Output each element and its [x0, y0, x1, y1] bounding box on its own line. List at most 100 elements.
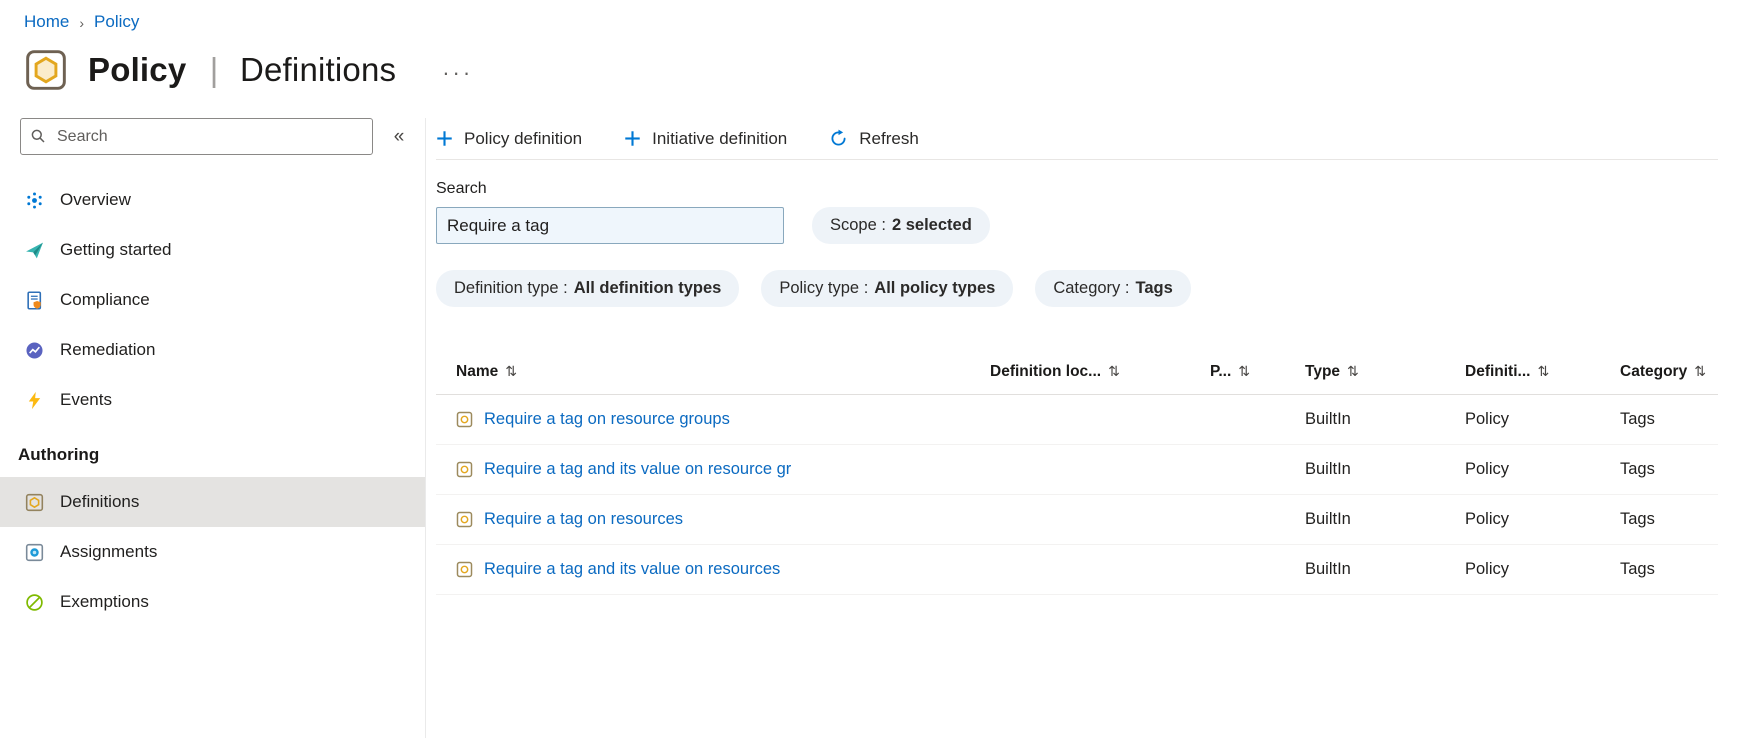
- definitions-search: [436, 207, 784, 244]
- cell-type: BuiltIn: [1305, 560, 1351, 578]
- page-header: Policy | Definitions ···: [0, 32, 1742, 92]
- definition-link[interactable]: Require a tag and its value on resource …: [484, 460, 791, 479]
- column-header-name[interactable]: Name ⇅: [436, 363, 970, 381]
- pill-name: Definition type :: [454, 279, 568, 297]
- policy-definition-icon: [456, 511, 473, 528]
- column-label: P...: [1210, 362, 1232, 380]
- sidebar: « Overview: [0, 118, 426, 738]
- plus-icon: [624, 130, 641, 147]
- sidebar-search-input[interactable]: [20, 118, 373, 155]
- pill-value: All definition types: [573, 279, 722, 297]
- sidebar-item-exemptions[interactable]: Exemptions: [0, 577, 425, 627]
- more-button[interactable]: ···: [442, 56, 473, 84]
- definition-link[interactable]: Require a tag on resources: [484, 510, 683, 529]
- refresh-button[interactable]: Refresh: [829, 129, 919, 149]
- command-label: Refresh: [859, 128, 919, 148]
- pill-value: All policy types: [874, 279, 996, 297]
- exemptions-icon: [24, 592, 44, 612]
- policy-type-filter-pill[interactable]: Policy type : All policy types: [761, 270, 1014, 307]
- policy-definition-icon: [456, 411, 473, 428]
- sidebar-item-label: Exemptions: [60, 592, 149, 611]
- sidebar-item-label: Remediation: [60, 340, 156, 359]
- cell-name: Require a tag and its value on resources: [436, 560, 970, 579]
- column-header-p[interactable]: P... ⇅: [1190, 363, 1285, 381]
- category-filter-pill[interactable]: Category : Tags: [1035, 270, 1191, 307]
- sidebar-item-events[interactable]: Events: [0, 375, 425, 425]
- definition-type-filter-pill[interactable]: Definition type : All definition types: [436, 270, 740, 307]
- definition-link[interactable]: Require a tag and its value on resources: [484, 560, 780, 579]
- cell-category: Tags: [1620, 510, 1655, 528]
- getting-started-icon: [24, 240, 44, 260]
- sidebar-item-definitions[interactable]: Definitions: [0, 477, 425, 527]
- sidebar-search-row: «: [0, 118, 425, 155]
- assignments-icon: [24, 542, 44, 562]
- search-icon: [30, 128, 46, 144]
- cell-name: Require a tag and its value on resource …: [436, 460, 970, 479]
- main-panel: Policy definition Initiative definition: [426, 118, 1742, 738]
- command-label: Initiative definition: [652, 128, 788, 148]
- table-header-row: Name ⇅ Definition loc... ⇅ P... ⇅ Type ⇅…: [436, 349, 1718, 395]
- sort-icon: ⇅: [1238, 363, 1250, 380]
- cell-definition-type: Policy: [1465, 460, 1510, 478]
- column-label: Definition loc...: [990, 362, 1102, 380]
- chevron-right-icon: ›: [79, 15, 85, 31]
- sidebar-item-getting-started[interactable]: Getting started: [0, 225, 425, 275]
- remediation-icon: [24, 340, 44, 360]
- policy-icon: [24, 48, 68, 92]
- sort-icon: ⇅: [1347, 363, 1359, 380]
- sidebar-item-assignments[interactable]: Assignments: [0, 527, 425, 577]
- cell-category: Tags: [1620, 460, 1655, 478]
- definition-link[interactable]: Require a tag on resource groups: [484, 410, 730, 429]
- command-label: Policy definition: [464, 128, 583, 148]
- scope-filter-pill[interactable]: Scope : 2 selected: [812, 207, 990, 244]
- sidebar-item-label: Getting started: [60, 240, 172, 259]
- breadcrumb-link-home[interactable]: Home: [24, 12, 69, 32]
- cell-category: Tags: [1620, 560, 1655, 578]
- sidebar-item-label: Events: [60, 390, 112, 409]
- cell-type: BuiltIn: [1305, 510, 1351, 528]
- policy-definition-button[interactable]: Policy definition: [436, 129, 582, 149]
- table-row: Require a tag on resources BuiltIn Polic…: [436, 495, 1718, 545]
- pill-name: Policy type :: [779, 279, 869, 297]
- cell-name: Require a tag on resource groups: [436, 410, 970, 429]
- column-label: Definiti...: [1465, 362, 1531, 380]
- page-title-primary: Policy: [88, 51, 187, 88]
- column-label: Category: [1620, 362, 1688, 380]
- events-icon: [24, 390, 44, 410]
- initiative-definition-button[interactable]: Initiative definition: [624, 129, 787, 149]
- column-header-type[interactable]: Type ⇅: [1285, 363, 1445, 381]
- column-header-definition-type[interactable]: Definiti... ⇅: [1445, 363, 1600, 381]
- table-row: Require a tag and its value on resource …: [436, 445, 1718, 495]
- cell-name: Require a tag on resources: [436, 510, 970, 529]
- table-row: Require a tag on resource groups BuiltIn…: [436, 395, 1718, 445]
- definitions-search-input[interactable]: [436, 207, 784, 244]
- sidebar-item-remediation[interactable]: Remediation: [0, 325, 425, 375]
- sidebar-nav: Overview Getting started Compliance Reme…: [0, 175, 425, 425]
- search-label: Search: [436, 180, 487, 197]
- column-header-definition-location[interactable]: Definition loc... ⇅: [970, 363, 1190, 381]
- cell-type: BuiltIn: [1305, 460, 1351, 478]
- table-row: Require a tag and its value on resources…: [436, 545, 1718, 595]
- sidebar-collapse-button[interactable]: «: [373, 126, 425, 148]
- sort-icon: ⇅: [1537, 363, 1550, 380]
- plus-icon: [436, 130, 453, 147]
- command-bar: Policy definition Initiative definition: [436, 118, 1718, 160]
- column-header-category[interactable]: Category ⇅: [1600, 363, 1718, 381]
- sort-icon: ⇅: [505, 363, 517, 380]
- pill-name: Scope :: [830, 216, 886, 234]
- column-label: Name: [456, 362, 499, 380]
- column-label: Type: [1305, 362, 1341, 380]
- page-title-secondary: Definitions: [239, 51, 397, 88]
- pill-value: Tags: [1135, 279, 1173, 297]
- definitions-icon: [24, 492, 44, 512]
- cell-definition-type: Policy: [1465, 410, 1510, 428]
- overview-icon: [24, 190, 44, 210]
- sort-icon: ⇅: [1108, 363, 1120, 380]
- sidebar-item-overview[interactable]: Overview: [0, 175, 425, 225]
- pill-value: 2 selected: [891, 216, 972, 234]
- breadcrumb-link-policy[interactable]: Policy: [94, 12, 139, 32]
- cell-definition-type: Policy: [1465, 560, 1510, 578]
- refresh-icon: [829, 129, 848, 148]
- sidebar-item-compliance[interactable]: Compliance: [0, 275, 425, 325]
- sort-icon: ⇅: [1694, 363, 1706, 380]
